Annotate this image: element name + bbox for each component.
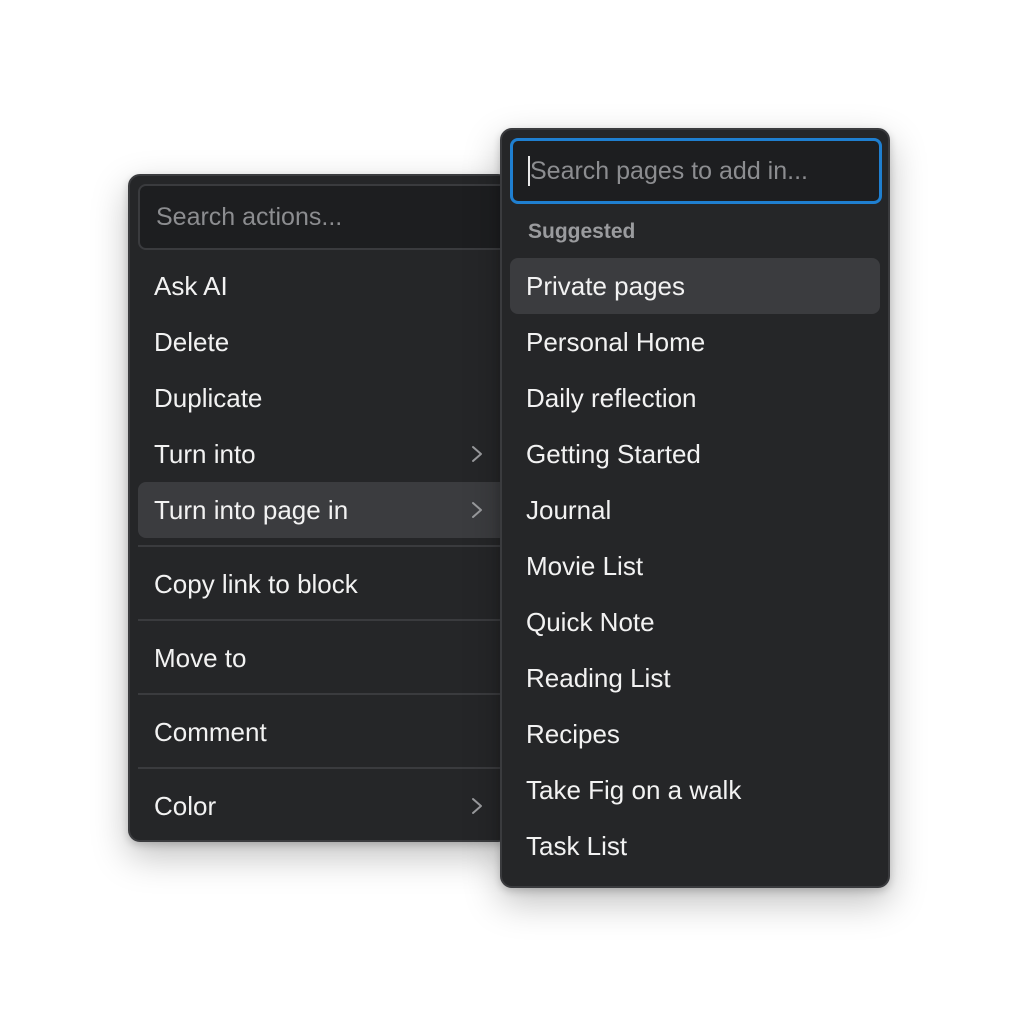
page-item-label: Quick Note	[526, 606, 655, 637]
page-item-label: Reading List	[526, 662, 671, 693]
page-item-label: Personal Home	[526, 326, 706, 357]
menu-item-label: Comment	[154, 716, 267, 747]
page-item-recipes[interactable]: Recipes	[510, 706, 880, 762]
search-actions-input[interactable]: Search actions...	[138, 184, 508, 250]
page-item-label: Journal	[526, 494, 612, 525]
page-picker-menu: Search pages to add in... Suggested Priv…	[500, 128, 890, 888]
page-item-reading-list[interactable]: Reading List	[510, 650, 880, 706]
page-item-label: Daily reflection	[526, 382, 697, 413]
menu-item-label: Turn into	[154, 438, 256, 469]
page-item-private-pages[interactable]: Private pages	[510, 258, 880, 314]
page-item-label: Task List	[526, 830, 628, 861]
page-item-personal-home[interactable]: Personal Home	[510, 314, 880, 370]
menu-item-label: Copy link to block	[154, 568, 358, 599]
page-item-label: Movie List	[526, 550, 644, 581]
page-item-label: Private pages	[526, 270, 685, 301]
menu-item-label: Duplicate	[154, 382, 263, 413]
search-pages-input[interactable]: Search pages to add in...	[510, 138, 882, 204]
page-item-take-fig-on-a-walk[interactable]: Take Fig on a walk	[510, 762, 880, 818]
chevron-right-icon	[472, 446, 482, 462]
chevron-right-icon	[472, 798, 482, 814]
page-item-label: Take Fig on a walk	[526, 774, 742, 805]
section-label-suggested: Suggested	[528, 220, 636, 243]
page-item-quick-note[interactable]: Quick Note	[510, 594, 880, 650]
menu-divider	[138, 619, 508, 621]
chevron-right-icon	[472, 502, 482, 518]
menu-item-duplicate[interactable]: Duplicate	[138, 370, 508, 426]
block-actions-menu: Search actions... Ask AI Delete Duplicat…	[128, 174, 510, 842]
menu-item-delete[interactable]: Delete	[138, 314, 508, 370]
menu-item-move-to[interactable]: Move to	[138, 630, 508, 686]
menu-item-turn-into-page-in[interactable]: Turn into page in	[138, 482, 508, 538]
menu-divider	[138, 545, 508, 547]
menu-item-label: Turn into page in	[154, 494, 349, 525]
menu-item-label: Delete	[154, 326, 230, 357]
menu-divider	[138, 693, 508, 695]
menu-item-ask-ai[interactable]: Ask AI	[138, 258, 508, 314]
page-item-getting-started[interactable]: Getting Started	[510, 426, 880, 482]
search-actions-placeholder: Search actions...	[156, 202, 343, 231]
page-item-label: Recipes	[526, 718, 620, 749]
menu-item-comment[interactable]: Comment	[138, 704, 508, 760]
menu-item-turn-into[interactable]: Turn into	[138, 426, 508, 482]
page-item-daily-reflection[interactable]: Daily reflection	[510, 370, 880, 426]
menu-divider	[138, 767, 508, 769]
menu-item-copy-link-to-block[interactable]: Copy link to block	[138, 556, 508, 612]
menu-item-label: Move to	[154, 642, 247, 673]
page-item-journal[interactable]: Journal	[510, 482, 880, 538]
menu-item-label: Color	[154, 790, 217, 821]
page-item-label: Getting Started	[526, 438, 701, 469]
page-item-movie-list[interactable]: Movie List	[510, 538, 880, 594]
page-item-task-list[interactable]: Task List	[510, 818, 880, 874]
menu-item-label: Ask AI	[154, 270, 228, 301]
search-pages-placeholder: Search pages to add in...	[530, 156, 808, 185]
menu-item-color[interactable]: Color	[138, 778, 508, 834]
